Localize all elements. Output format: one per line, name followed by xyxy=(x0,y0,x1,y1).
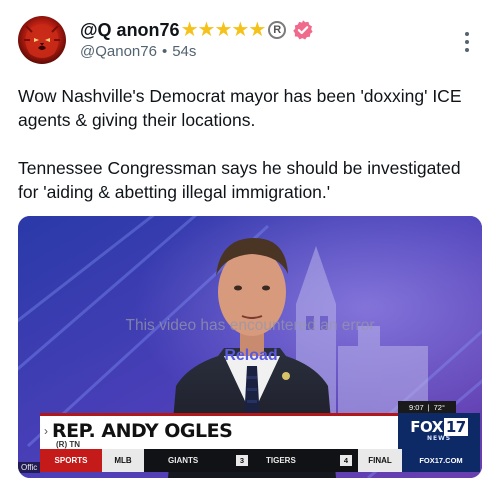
ticker-website: FOX17.COM xyxy=(402,449,480,472)
broadcast-time: 9:07 xyxy=(409,402,424,412)
video-error-message: This video has encountered an error xyxy=(125,317,375,334)
star-icon: ★ xyxy=(197,19,216,41)
corner-tag: Offic xyxy=(18,462,41,473)
author-handle-row: @Qanon76 • 54s xyxy=(80,43,196,60)
avatar[interactable] xyxy=(18,16,66,64)
time-temperature-box: 9:07 | 72° xyxy=(398,401,456,413)
post-card: @Q anon76 ★ ★ ★ ★ ★ R @Qanon76 • 54s Wow N… xyxy=(0,0,500,490)
post-paragraph: Tennessee Congressman says he should be … xyxy=(18,158,461,202)
sports-ticker: SPORTS MLB GIANTS 3 TIGERS 4 FINAL FOX17… xyxy=(40,449,480,472)
post-text: Wow Nashville's Democrat mayor has been … xyxy=(18,84,484,204)
author-name-row: @Q anon76 ★ ★ ★ ★ ★ R xyxy=(80,18,314,42)
avatar-lion-image xyxy=(24,24,60,58)
speaker-subtitle: (R) TN xyxy=(56,440,80,449)
station-prefix: FOX xyxy=(410,418,443,436)
star-emoji-group: ★ ★ ★ ★ ★ xyxy=(180,19,267,41)
separator-dot: • xyxy=(161,43,168,60)
reload-button[interactable]: Reload xyxy=(219,347,283,365)
ticker-status: FINAL xyxy=(358,449,402,472)
time-divider: | xyxy=(427,402,430,412)
ticker-team: GIANTS xyxy=(168,456,199,465)
ticker-league: MLB xyxy=(102,449,144,472)
broadcast-temperature: 72° xyxy=(433,402,445,412)
station-logo: FOX 17 NEWS xyxy=(398,413,480,449)
star-icon: ★ xyxy=(231,19,250,41)
post-paragraph: Wow Nashville's Democrat mayor has been … xyxy=(18,86,462,130)
ticker-score: 3 xyxy=(236,455,248,466)
video-player[interactable]: This video has encountered an error Relo… xyxy=(18,216,482,478)
speaker-name: REP. ANDY OGLES xyxy=(52,420,233,442)
ticker-score: 4 xyxy=(340,455,352,466)
news-lower-third: 9:07 | 72° › REP. ANDY OGLES (R) TN FOX 1… xyxy=(40,401,480,478)
ticker-team: TIGERS xyxy=(266,456,296,465)
star-icon: ★ xyxy=(180,19,199,41)
station-number: 17 xyxy=(443,418,468,436)
display-name[interactable]: @Q anon76 xyxy=(80,20,180,41)
star-icon: ★ xyxy=(214,19,233,41)
registered-mark-icon: R xyxy=(268,21,287,39)
name-plate: › REP. ANDY OGLES (R) TN xyxy=(40,413,398,449)
ticker-section: SPORTS xyxy=(40,449,102,472)
user-handle[interactable]: @Qanon76 xyxy=(80,43,157,60)
chevron-right-icon: › xyxy=(44,424,48,438)
station-sub: NEWS xyxy=(426,435,452,442)
star-icon: ★ xyxy=(248,19,267,41)
verified-badge-icon xyxy=(293,20,313,40)
timestamp[interactable]: 54s xyxy=(172,43,196,60)
more-options-icon[interactable] xyxy=(460,30,474,54)
